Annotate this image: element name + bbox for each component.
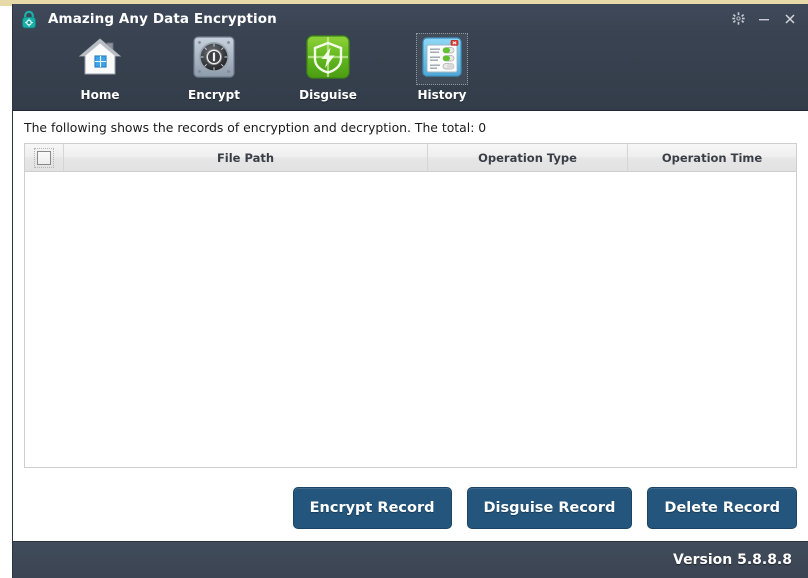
desktop-root: Amazing Any Data Encryption Home Encrypt… — [0, 0, 808, 578]
column-header-operation-type[interactable]: Operation Type — [428, 144, 628, 171]
padlock-icon — [18, 8, 40, 30]
toolbar-label-disguise: Disguise — [299, 88, 357, 102]
title-bar: Amazing Any Data Encryption — [13, 4, 808, 33]
history-window-icon — [420, 35, 464, 83]
application-window: Amazing Any Data Encryption Home Encrypt… — [12, 4, 808, 578]
delete-record-button[interactable]: Delete Record — [647, 487, 797, 529]
toolbar-item-disguise[interactable]: Disguise — [271, 33, 385, 107]
toolbar-item-encrypt[interactable]: Encrypt — [157, 33, 271, 107]
toolbar-item-home[interactable]: Home — [43, 33, 157, 107]
close-button[interactable] — [778, 8, 802, 30]
safe-lock-icon-wrap — [188, 33, 240, 85]
history-window-icon-wrap — [416, 33, 468, 85]
select-all-checkbox[interactable] — [34, 147, 54, 168]
window-controls — [726, 4, 802, 33]
encrypt-record-button[interactable]: Encrypt Record — [292, 487, 452, 529]
content-area: The following shows the records of encry… — [13, 111, 808, 541]
window-title: Amazing Any Data Encryption — [48, 10, 277, 27]
minimize-button[interactable] — [752, 8, 776, 30]
shield-bolt-icon — [305, 34, 351, 84]
toolbar-label-encrypt: Encrypt — [188, 88, 240, 102]
toolbar-label-history: History — [417, 88, 467, 102]
minimize-icon — [757, 12, 771, 26]
close-icon — [783, 12, 797, 26]
action-buttons: Encrypt Record Disguise Record Delete Re… — [292, 487, 797, 529]
column-header-select[interactable] — [25, 144, 64, 171]
main-toolbar: Home Encrypt Disguise History — [13, 33, 808, 111]
version-label: Version 5.8.8.8 — [673, 552, 792, 568]
status-bar: Version 5.8.8.8 — [13, 541, 808, 578]
safe-lock-icon — [192, 35, 236, 83]
disguise-record-button[interactable]: Disguise Record — [466, 487, 633, 529]
column-header-file-path[interactable]: File Path — [64, 144, 428, 171]
history-table: File Path Operation Type Operation Time — [24, 143, 797, 468]
house-icon-wrap — [74, 33, 126, 85]
table-body[interactable] — [25, 172, 796, 467]
column-header-operation-time[interactable]: Operation Time — [628, 144, 796, 171]
toolbar-label-home: Home — [80, 88, 120, 102]
shield-bolt-icon-wrap — [302, 33, 354, 85]
settings-button[interactable] — [726, 8, 750, 30]
gear-icon — [731, 12, 745, 25]
info-text: The following shows the records of encry… — [24, 120, 487, 135]
house-icon — [77, 35, 123, 83]
table-header-row: File Path Operation Type Operation Time — [25, 144, 796, 172]
toolbar-item-history[interactable]: History — [385, 33, 499, 107]
